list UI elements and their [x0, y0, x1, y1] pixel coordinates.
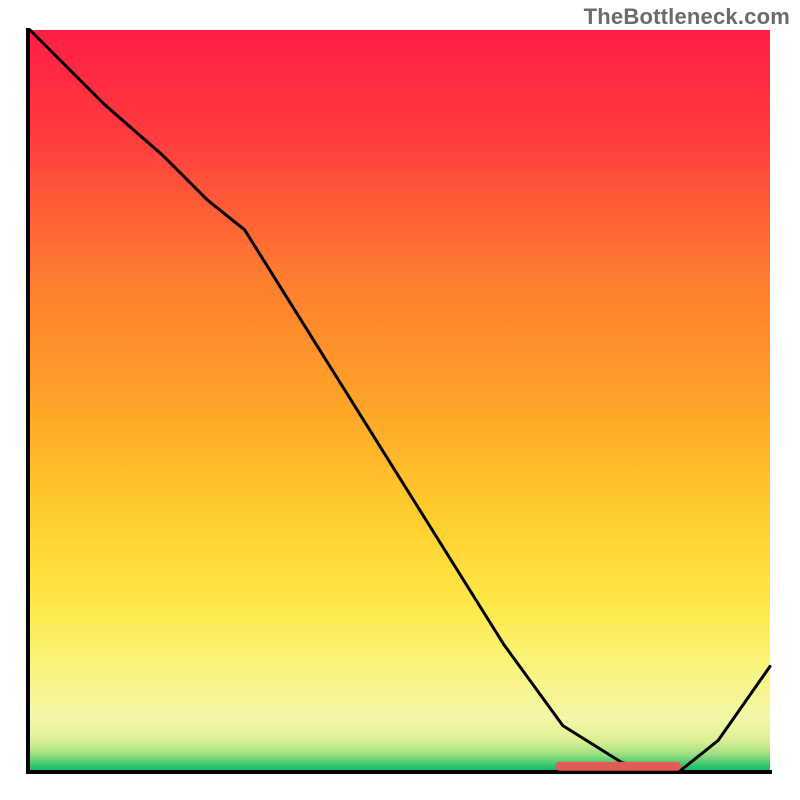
bottleneck-chart	[0, 0, 800, 800]
chart-frame: TheBottleneck.com	[0, 0, 800, 800]
